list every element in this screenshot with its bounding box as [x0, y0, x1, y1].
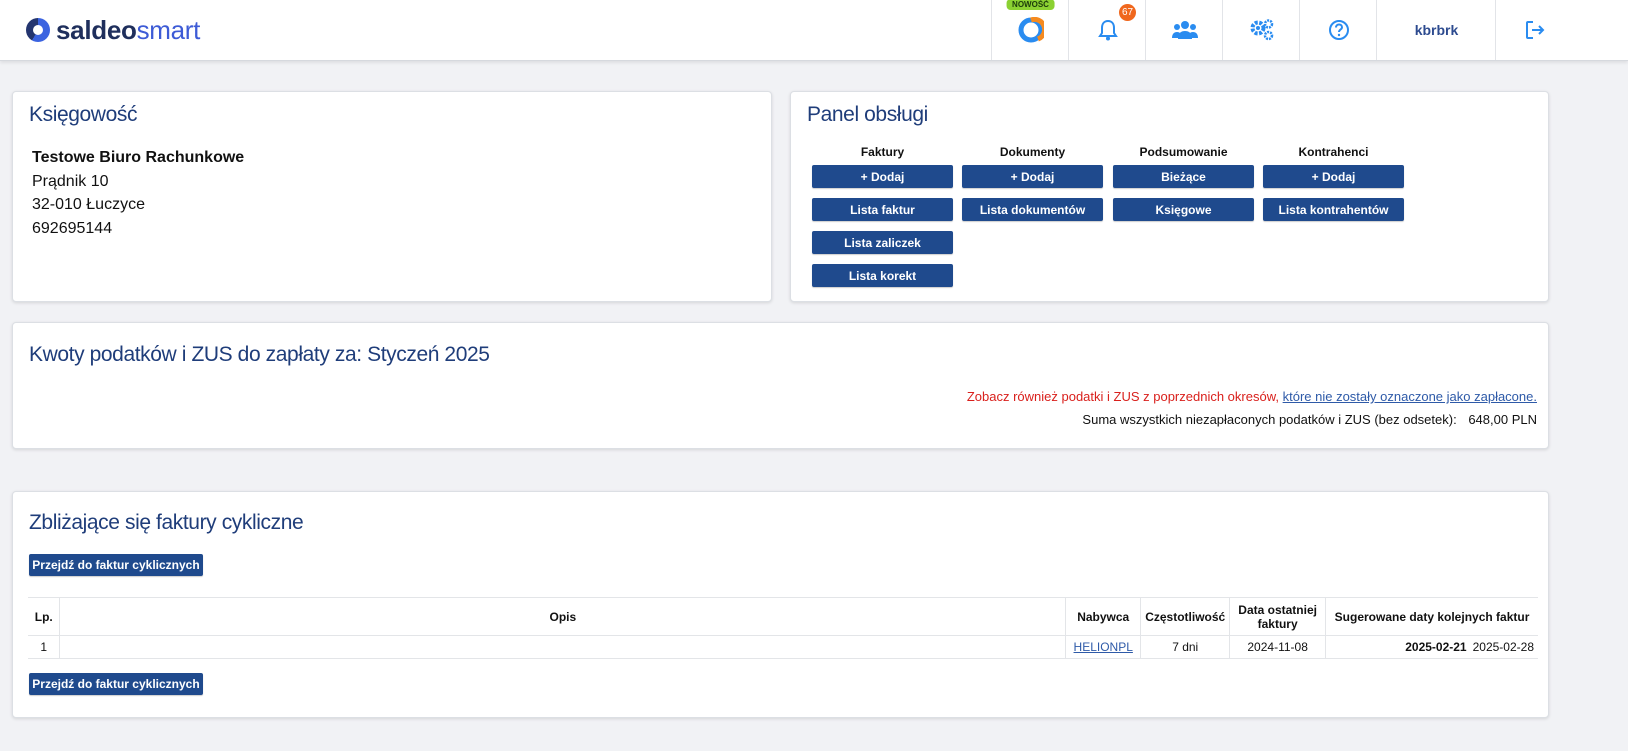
column-heading-invoices: Faktury: [860, 145, 905, 159]
invoice-list-button[interactable]: Lista faktur: [812, 198, 953, 221]
unpaid-taxes-sum: Suma wszystkich niezapłaconych podatków …: [1082, 412, 1537, 427]
accounting-card: Księgowość Testowe Biuro Rachunkowe Prąd…: [12, 91, 772, 302]
company-phone: 692695144: [32, 219, 113, 237]
previous-taxes-notice: Zobacz również podatki i ZUS z poprzedni…: [967, 389, 1537, 404]
cyclic-invoices-title: Zbliżające się faktury cykliczne: [29, 511, 304, 534]
next-date-secondary: 2025-02-28: [1472, 640, 1534, 654]
new-badge: NOWOŚĆ: [1006, 0, 1055, 10]
current-summary-button[interactable]: Bieżące: [1113, 165, 1254, 188]
header-last-invoice-date-line2: faktury: [1257, 616, 1298, 631]
saldeo-ring-icon: [1018, 17, 1044, 43]
taxes-title: Kwoty podatków i ZUS do zapłaty za: Styc…: [29, 343, 490, 366]
unpaid-sum-value: 648,00 PLN: [1468, 412, 1537, 427]
header-buyer: Nabywca: [1065, 597, 1141, 636]
add-document-button[interactable]: + Dodaj: [962, 165, 1103, 188]
logo-text-bold: saldeo: [56, 15, 137, 45]
company-city: 32-010 Łuczyce: [32, 196, 145, 213]
unpaid-sum-label: Suma wszystkich niezapłaconych podatków …: [1082, 412, 1457, 427]
buyer-link[interactable]: HELIONPL: [1074, 640, 1133, 654]
goto-cyclic-invoices-button-top[interactable]: Przejdź do faktur cyklicznych: [29, 554, 203, 576]
table-row: 1 HELIONPL 7 dni 2024-11-08 2025-02-21 20…: [28, 635, 1538, 659]
nav-notifications[interactable]: 67: [1068, 0, 1146, 60]
nav-user-menu[interactable]: kbrbrk: [1376, 0, 1496, 60]
logout-icon: [1525, 21, 1544, 39]
cyclic-invoices-table: Lp. Opis Nabywca Częstotliwość Data osta…: [28, 597, 1538, 659]
header-last-invoice-date: Data ostatniej faktury: [1229, 597, 1326, 636]
bell-icon: [1097, 19, 1118, 41]
advance-list-button[interactable]: Lista zaliczek: [812, 231, 953, 254]
cell-last-invoice-date: 2024-11-08: [1229, 635, 1326, 659]
cell-lp: 1: [28, 635, 60, 659]
nav-settings[interactable]: [1222, 0, 1300, 60]
previous-taxes-text: Zobacz również podatki i ZUS z poprzedni…: [966, 389, 1279, 404]
logo-text-light: smart: [136, 15, 201, 45]
notification-count-badge: 67: [1119, 4, 1136, 21]
service-panel-title: Panel obsługi: [807, 103, 928, 126]
taxes-card: Kwoty podatków i ZUS do zapłaty za: Styc…: [12, 322, 1549, 449]
saldeosmart-logo[interactable]: saldeosmart: [26, 14, 200, 46]
help-icon: [1328, 20, 1349, 40]
accounting-address: Testowe Biuro Rachunkowe Prądnik 10 32-0…: [32, 146, 244, 240]
nav-users[interactable]: [1145, 0, 1223, 60]
header-lp: Lp.: [28, 597, 60, 636]
company-street: Prądnik 10: [32, 172, 109, 190]
gears-icon: [1250, 19, 1273, 41]
correction-list-button[interactable]: Lista korekt: [812, 264, 953, 287]
header-suggested-dates: Sugerowane daty kolejnych faktur: [1325, 597, 1538, 636]
company-name: Testowe Biuro Rachunkowe: [32, 149, 245, 166]
nav-logout[interactable]: [1495, 0, 1573, 60]
unpaid-taxes-link[interactable]: które nie zostały oznaczone jako zapłaco…: [1283, 389, 1537, 404]
logo-ring-icon: [26, 18, 50, 42]
logo-text: saldeosmart: [56, 17, 200, 43]
header-last-invoice-date-line1: Data ostatniej: [1238, 602, 1317, 617]
header-frequency: Częstotliwość: [1140, 597, 1230, 636]
nav-new-feature[interactable]: NOWOŚĆ: [991, 0, 1069, 60]
user-name: kbrbrk: [1414, 22, 1459, 38]
add-invoice-button[interactable]: + Dodaj: [812, 165, 953, 188]
service-panel-card: Panel obsługi Faktury + Dodaj Lista fakt…: [790, 91, 1549, 302]
users-icon: [1171, 21, 1198, 39]
column-heading-contractors: Kontrahenci: [1298, 145, 1369, 159]
column-heading-documents: Dokumenty: [999, 145, 1066, 159]
cell-suggested-dates: 2025-02-21 2025-02-28: [1325, 635, 1538, 659]
table-header-row: Lp. Opis Nabywca Częstotliwość Data osta…: [28, 597, 1538, 636]
document-list-button[interactable]: Lista dokumentów: [962, 198, 1103, 221]
goto-cyclic-invoices-button-bottom[interactable]: Przejdź do faktur cyklicznych: [29, 673, 203, 695]
add-contractor-button[interactable]: + Dodaj: [1263, 165, 1404, 188]
cell-description: [59, 635, 1066, 659]
cell-frequency: 7 dni: [1140, 635, 1230, 659]
header-description: Opis: [59, 597, 1066, 636]
nav-help[interactable]: [1299, 0, 1377, 60]
cyclic-invoices-card: Zbliżające się faktury cykliczne Przejdź…: [12, 491, 1549, 718]
cell-buyer: HELIONPL: [1065, 635, 1141, 659]
column-heading-summary: Podsumowanie: [1139, 145, 1228, 159]
top-bar: saldeosmart NOWOŚĆ 67 kbrbrk: [0, 0, 1628, 61]
contractor-list-button[interactable]: Lista kontrahentów: [1263, 198, 1404, 221]
next-date-primary: 2025-02-21: [1405, 640, 1467, 654]
accounting-summary-button[interactable]: Księgowe: [1113, 198, 1254, 221]
accounting-title: Księgowość: [29, 103, 138, 126]
